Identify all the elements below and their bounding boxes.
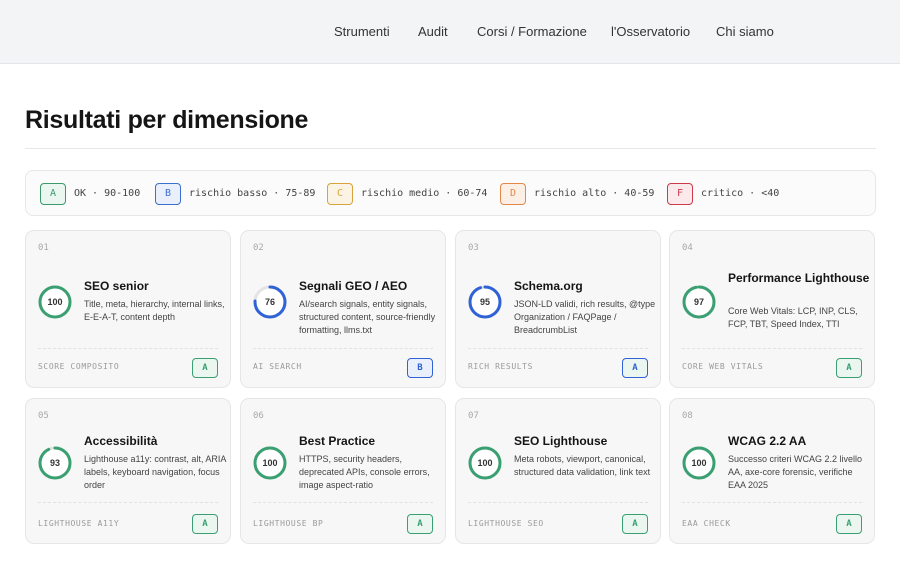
card-description: Title, meta, hierarchy, internal links, …	[84, 299, 225, 322]
legend-grade-chip: D	[500, 182, 526, 205]
legend-item-f: F critico · <40	[667, 182, 779, 205]
dimension-card[interactable]: 04 97 Performance Lighthouse Core Web Vital…	[669, 230, 875, 388]
card-description: Successo criteri WCAG 2.2 livello AA, ax…	[728, 454, 863, 490]
score-value: 100	[477, 458, 493, 468]
card-footer-label: AI SEARCH	[253, 362, 302, 371]
card-number: 07	[468, 411, 479, 421]
card-number: 08	[682, 411, 693, 421]
card-number: 03	[468, 243, 479, 253]
card-description: Meta robots, viewport, canonical, struct…	[514, 454, 651, 477]
dimension-card[interactable]: 05 93 Accessibilità Lighthouse a11y: contra…	[25, 398, 231, 544]
page-title: Risultati per dimensione	[25, 106, 309, 134]
nav-link-osservatorio[interactable]: l'Osservatorio	[611, 24, 690, 39]
card-footer-label: LIGHTHOUSE BP	[253, 519, 324, 528]
card-number: 04	[682, 243, 693, 253]
card-title: Schema.org	[514, 279, 583, 293]
card-divider	[682, 348, 862, 349]
nav-link-chi-siamo[interactable]: Chi siamo	[716, 24, 774, 39]
legend-grade-chip: C	[327, 182, 353, 205]
grade-badge: B	[407, 358, 433, 378]
nav-link-corsi-formazione[interactable]: Corsi / Formazione	[477, 24, 587, 39]
card-title: Best Practice	[299, 434, 376, 448]
score-gauge: 100	[38, 285, 72, 319]
card-footer-label: EAA CHECK	[682, 519, 731, 528]
dimension-card[interactable]: 02 76 Segnali GEO / AEO AI/search signals, …	[240, 230, 446, 388]
card-title: Performance Lighthouse	[728, 271, 870, 285]
card-description: Core Web Vitals: LCP, INP, CLS, FCP, TBT…	[728, 306, 858, 329]
card-description: AI/search signals, entity signals, struc…	[299, 299, 436, 335]
card-divider	[38, 348, 218, 349]
score-value: 100	[47, 297, 63, 307]
legend-label: rischio alto · 40-59	[534, 188, 655, 199]
score-gauge: 97	[682, 285, 716, 319]
score-value: 93	[49, 458, 60, 468]
card-footer-label: RICH RESULTS	[468, 362, 533, 371]
legend-item-a: A OK · 90-100	[40, 182, 140, 205]
grade-badge: A	[192, 514, 218, 534]
card-divider	[253, 502, 433, 503]
legend-label: OK · 90-100	[74, 188, 141, 199]
card-title: WCAG 2.2 AA	[728, 434, 807, 448]
card-title: SEO Lighthouse	[514, 434, 608, 448]
card-divider	[682, 502, 862, 503]
legend-item-b: B rischio basso · 75-89	[155, 182, 315, 205]
card-divider	[253, 348, 433, 349]
grade-badge: A	[407, 514, 433, 534]
card-number: 01	[38, 243, 49, 253]
legend-item-d: D rischio alto · 40-59	[500, 182, 654, 205]
grade-badge: A	[836, 514, 862, 534]
legend-grade-chip: B	[155, 182, 181, 205]
score-value: 76	[264, 297, 275, 307]
nav-link-audit[interactable]: Audit	[418, 24, 448, 39]
grade-badge: A	[836, 358, 862, 378]
dimension-card[interactable]: 06 100 Best Practice HTTPS, security header…	[240, 398, 446, 544]
card-divider	[468, 502, 648, 503]
score-gauge: 100	[468, 446, 502, 480]
score-value: 95	[479, 297, 490, 307]
grade-badge: A	[622, 514, 648, 534]
card-footer-label: LIGHTHOUSE SEO	[468, 519, 544, 528]
card-number: 02	[253, 243, 264, 253]
score-value: 100	[262, 458, 278, 468]
dimension-card[interactable]: 08 100 WCAG 2.2 AA Successo criteri WCAG 2.…	[669, 398, 875, 544]
title-divider	[25, 148, 876, 149]
nav-link-strumenti[interactable]: Strumenti	[334, 24, 390, 39]
legend-item-c: C rischio medio · 60-74	[327, 182, 487, 205]
grade-legend: A OK · 90-100 B rischio basso · 75-89 C …	[25, 170, 876, 216]
score-gauge: 93	[38, 446, 72, 480]
dimension-card[interactable]: 03 95 Schema.org JSON-LD validi, rich resul…	[455, 230, 661, 388]
card-footer-label: CORE WEB VITALS	[682, 362, 764, 371]
score-gauge: 95	[468, 285, 502, 319]
card-title: Accessibilità	[84, 434, 158, 448]
card-footer-label: LIGHTHOUSE A11Y	[38, 519, 120, 528]
card-divider	[468, 348, 648, 349]
score-gauge: 76	[253, 285, 287, 319]
card-description: JSON-LD validi, rich results, @type Orga…	[514, 299, 656, 335]
grade-badge: A	[192, 358, 218, 378]
card-footer-label: SCORE COMPOSITO	[38, 362, 120, 371]
card-title: Segnali GEO / AEO	[299, 279, 408, 293]
legend-label: critico · <40	[701, 188, 780, 199]
card-description: Lighthouse a11y: contrast, alt, ARIA lab…	[84, 454, 226, 490]
dimension-card[interactable]: 01 100 SEO senior Title, meta, hierarchy, i…	[25, 230, 231, 388]
dimension-card[interactable]: 07 100 SEO Lighthouse Meta robots, viewport…	[455, 398, 661, 544]
score-gauge: 100	[682, 446, 716, 480]
card-description: HTTPS, security headers, deprecated APIs…	[299, 454, 430, 490]
score-gauge: 100	[253, 446, 287, 480]
card-divider	[38, 502, 218, 503]
legend-grade-chip: A	[40, 182, 66, 205]
score-value: 100	[691, 458, 707, 468]
legend-label: rischio basso · 75-89	[189, 188, 316, 199]
card-number: 06	[253, 411, 264, 421]
grade-badge: A	[622, 358, 648, 378]
legend-label: rischio medio · 60-74	[361, 188, 488, 199]
score-value: 97	[693, 297, 704, 307]
legend-grade-chip: F	[667, 182, 693, 205]
top-navigation: Strumenti Audit Corsi / Formazione l'Oss…	[0, 0, 900, 64]
card-title: SEO senior	[84, 279, 149, 293]
card-number: 05	[38, 411, 49, 421]
